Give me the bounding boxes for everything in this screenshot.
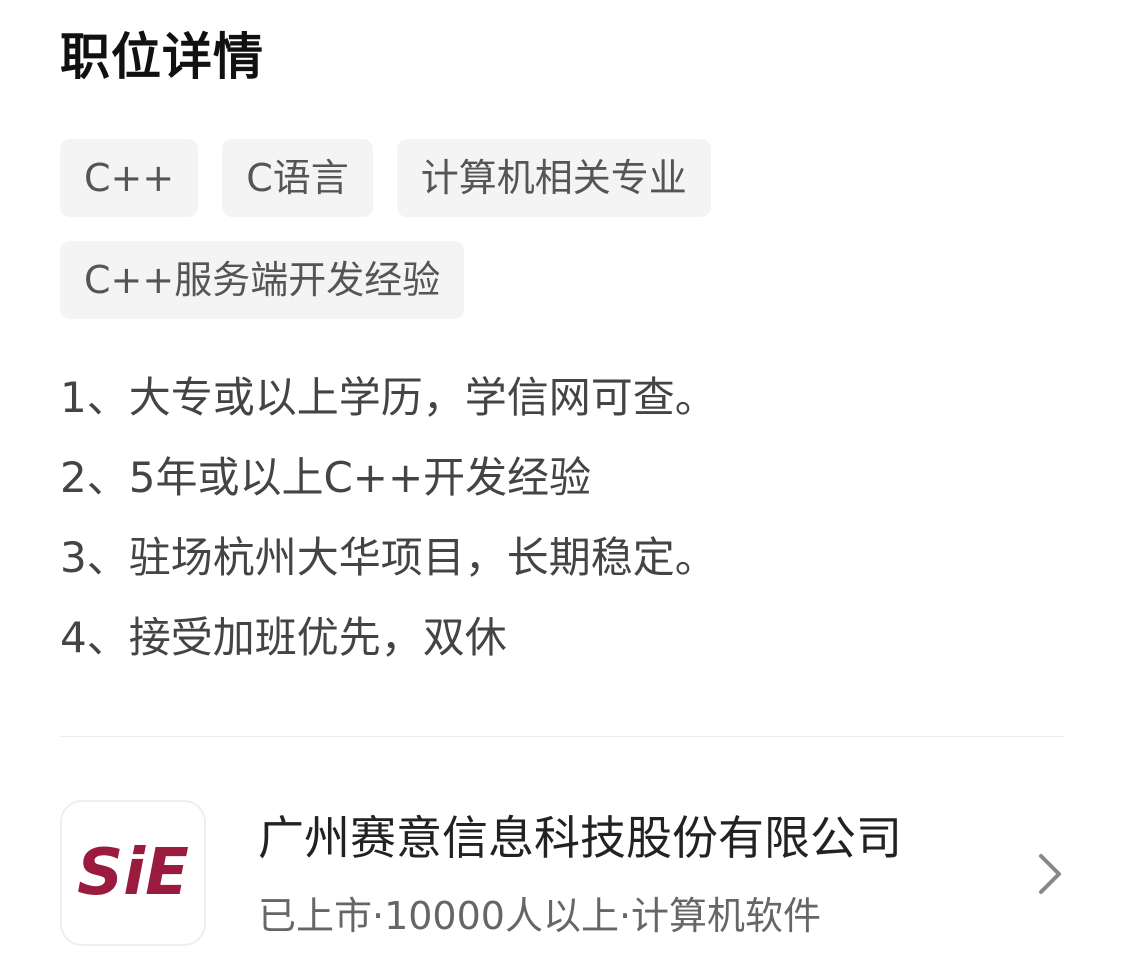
- description-line: 4、接受加班优先，双休: [60, 613, 507, 662]
- job-description: 1、大专或以上学历，学信网可查。 2、5年或以上C++开发经验 3、驻场杭州大华…: [60, 358, 1065, 678]
- skill-tags: C++ C语言 计算机相关专业 C++服务端开发经验: [60, 139, 1065, 343]
- description-line: 2、5年或以上C++开发经验: [60, 453, 592, 502]
- description-line: 3、驻场杭州大华项目，长期稳定。: [60, 533, 717, 582]
- tag-row: C++服务端开发经验: [60, 241, 1065, 319]
- tag-row: C++ C语言 计算机相关专业: [60, 139, 1065, 217]
- divider: [60, 736, 1065, 737]
- svg-text:SiE: SiE: [77, 838, 189, 908]
- chevron-right-icon[interactable]: [1035, 852, 1065, 896]
- skill-tag: C语言: [222, 139, 373, 217]
- company-card[interactable]: SiE 广州赛意信息科技股份有限公司 已上市·10000人以上·计算机软件: [60, 800, 1065, 950]
- job-detail-page: 职位详情 C++ C语言 计算机相关专业 C++服务端开发经验 1、大专或以上学…: [0, 0, 1125, 964]
- company-name: 广州赛意信息科技股份有限公司: [258, 811, 902, 865]
- company-logo: SiE: [60, 800, 206, 946]
- sie-logo-icon: SiE: [77, 838, 189, 908]
- section-title: 职位详情: [60, 28, 264, 86]
- skill-tag: C++服务端开发经验: [60, 241, 465, 319]
- skill-tag: C++: [60, 139, 199, 217]
- description-line: 1、大专或以上学历，学信网可查。: [60, 373, 717, 422]
- skill-tag: 计算机相关专业: [396, 139, 711, 217]
- company-meta: 已上市·10000人以上·计算机软件: [258, 894, 822, 938]
